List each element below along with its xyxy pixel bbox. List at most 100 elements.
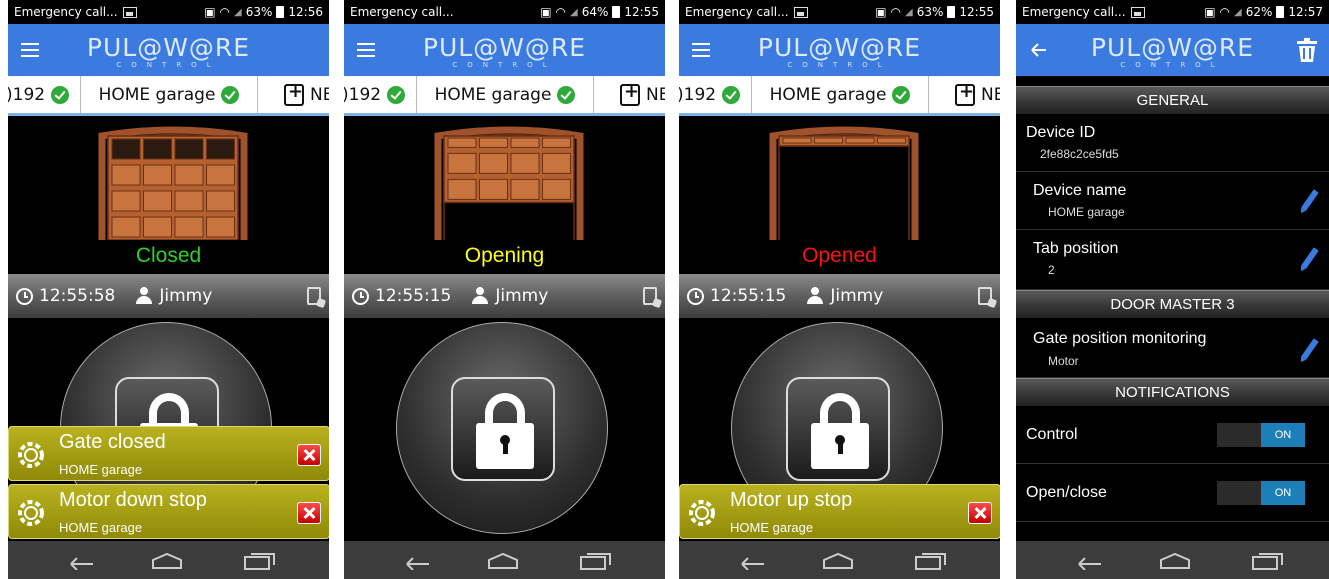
- battery-percent: 62%: [1245, 5, 1273, 19]
- home-icon[interactable]: [486, 552, 520, 570]
- signal-icon: ◢: [570, 6, 578, 18]
- door-panel-inset: [447, 137, 477, 148]
- garage-door-illustration: [434, 126, 584, 240]
- back-icon[interactable]: [734, 552, 768, 570]
- notification-title: Motor up stop: [730, 489, 853, 511]
- recent-apps-icon[interactable]: [243, 552, 277, 570]
- door-panel-inset: [510, 178, 540, 200]
- setting-label: Open/close: [1026, 484, 1107, 501]
- notification-toast[interactable]: Motor up stop HOME garage: [679, 484, 1000, 539]
- tab-label: HOME garage: [434, 84, 552, 105]
- home-icon[interactable]: [1158, 552, 1192, 570]
- tab-new-device[interactable]: NE: [620, 76, 665, 113]
- setting-gate-position-monitoring[interactable]: Gate position monitoring Motor: [1016, 318, 1329, 378]
- back-button[interactable]: [1016, 24, 1060, 76]
- lock-button[interactable]: [786, 377, 890, 481]
- setting-tab-position[interactable]: Tab position 2: [1016, 230, 1329, 290]
- door-panel-inset: [877, 137, 906, 144]
- carrier-text: Emergency call...: [14, 5, 118, 19]
- door-panel-inset: [782, 137, 812, 144]
- device-info-icon[interactable]: [307, 287, 321, 305]
- tab-label: NE: [310, 84, 329, 105]
- phone-screen-opening: Emergency call... ▣ ◠ ◢ 64% 12:55 PUL@W@…: [344, 0, 665, 579]
- delete-device-button[interactable]: [1285, 24, 1329, 76]
- tab-new-device[interactable]: NE: [955, 76, 1000, 113]
- tab-new-device[interactable]: NE: [284, 76, 329, 113]
- section-header-notifications: NOTIFICATIONS: [1016, 378, 1329, 406]
- control-toggle[interactable]: ON: [1217, 423, 1305, 447]
- setting-value: HOME garage: [1048, 205, 1125, 219]
- edit-pencil-icon[interactable]: [1301, 338, 1319, 360]
- notification-toast[interactable]: Gate closed HOME garage: [8, 426, 329, 481]
- open-close-toggle[interactable]: ON: [1217, 481, 1305, 505]
- wifi-icon: ◠: [1219, 5, 1231, 19]
- home-icon[interactable]: [821, 552, 855, 570]
- back-icon[interactable]: [1071, 552, 1105, 570]
- menu-button[interactable]: [344, 24, 388, 76]
- tab-previous-device[interactable]: )192: [344, 76, 412, 113]
- tab-home-garage[interactable]: HOME garage: [80, 76, 258, 113]
- door-panel-inset: [111, 190, 141, 212]
- connected-check-icon: [557, 85, 576, 104]
- tab-label: HOME garage: [98, 84, 216, 105]
- app-bar: PUL@W@RE CONTROL: [8, 24, 329, 76]
- edit-pencil-icon[interactable]: [1301, 247, 1319, 269]
- door-panel-inset: [174, 216, 204, 238]
- clock-icon: [687, 287, 704, 305]
- device-info-icon[interactable]: [978, 287, 992, 305]
- battery-percent: 64%: [581, 5, 609, 19]
- vibrate-icon: ▣: [540, 5, 552, 19]
- image-notification-icon: [793, 6, 808, 18]
- close-notification-button[interactable]: [297, 502, 321, 524]
- device-info-icon[interactable]: [643, 287, 657, 305]
- hamburger-menu-icon: [21, 43, 39, 57]
- door-panel-inset: [174, 190, 204, 212]
- back-icon[interactable]: [399, 552, 433, 570]
- connected-check-icon: [892, 85, 911, 104]
- door-frame-inner: [778, 133, 910, 240]
- close-notification-button[interactable]: [297, 444, 321, 466]
- home-icon[interactable]: [150, 552, 184, 570]
- notification-toast[interactable]: Motor down stop HOME garage: [8, 484, 329, 539]
- signal-icon: ◢: [1234, 6, 1242, 18]
- user-icon: [471, 287, 489, 305]
- lock-button[interactable]: [451, 377, 555, 481]
- clock-icon: [16, 287, 33, 305]
- door-panel-inset: [510, 137, 540, 148]
- door-panel-inset: [542, 152, 571, 174]
- tab-label: )192: [344, 84, 382, 105]
- edit-pencil-icon[interactable]: [1301, 189, 1319, 211]
- user-icon: [806, 287, 824, 305]
- setting-device-name[interactable]: Device name HOME garage: [1016, 172, 1329, 230]
- app-logo: PUL@W@RE CONTROL: [388, 24, 621, 76]
- image-notification-icon: [1130, 6, 1145, 18]
- hamburger-menu-icon: [357, 43, 375, 57]
- tab-label: NE: [981, 84, 1000, 105]
- clock-time: 12:57: [1288, 5, 1323, 19]
- recent-apps-icon[interactable]: [579, 552, 613, 570]
- wifi-icon: ◠: [890, 5, 902, 19]
- door-panel-inset: [143, 164, 172, 186]
- tab-previous-device[interactable]: )192: [679, 76, 747, 113]
- tab-previous-device[interactable]: )192: [8, 76, 76, 113]
- logo-sub: CONTROL: [787, 61, 892, 69]
- menu-button[interactable]: [679, 24, 723, 76]
- close-notification-button[interactable]: [968, 502, 992, 524]
- setting-value: 2: [1048, 263, 1055, 277]
- status-bar: Emergency call... ▣ ◠ ◢ 63% 12:55: [679, 0, 1000, 24]
- door-window: [111, 138, 141, 160]
- connected-check-icon: [387, 85, 406, 104]
- tab-home-garage[interactable]: HOME garage: [751, 76, 929, 113]
- vibrate-icon: ▣: [204, 5, 216, 19]
- door-panel-inset: [479, 137, 508, 148]
- menu-button[interactable]: [8, 24, 52, 76]
- back-icon[interactable]: [63, 552, 97, 570]
- setting-value: 2fe88c2ce5fd5: [1040, 147, 1119, 161]
- recent-apps-icon[interactable]: [914, 552, 948, 570]
- recent-apps-icon[interactable]: [1251, 552, 1285, 570]
- add-device-icon: [955, 81, 975, 106]
- tab-home-garage[interactable]: HOME garage: [416, 76, 594, 113]
- door-panel-inset: [143, 190, 172, 212]
- carrier-text: Emergency call...: [685, 5, 789, 19]
- logo-sub: CONTROL: [116, 61, 221, 69]
